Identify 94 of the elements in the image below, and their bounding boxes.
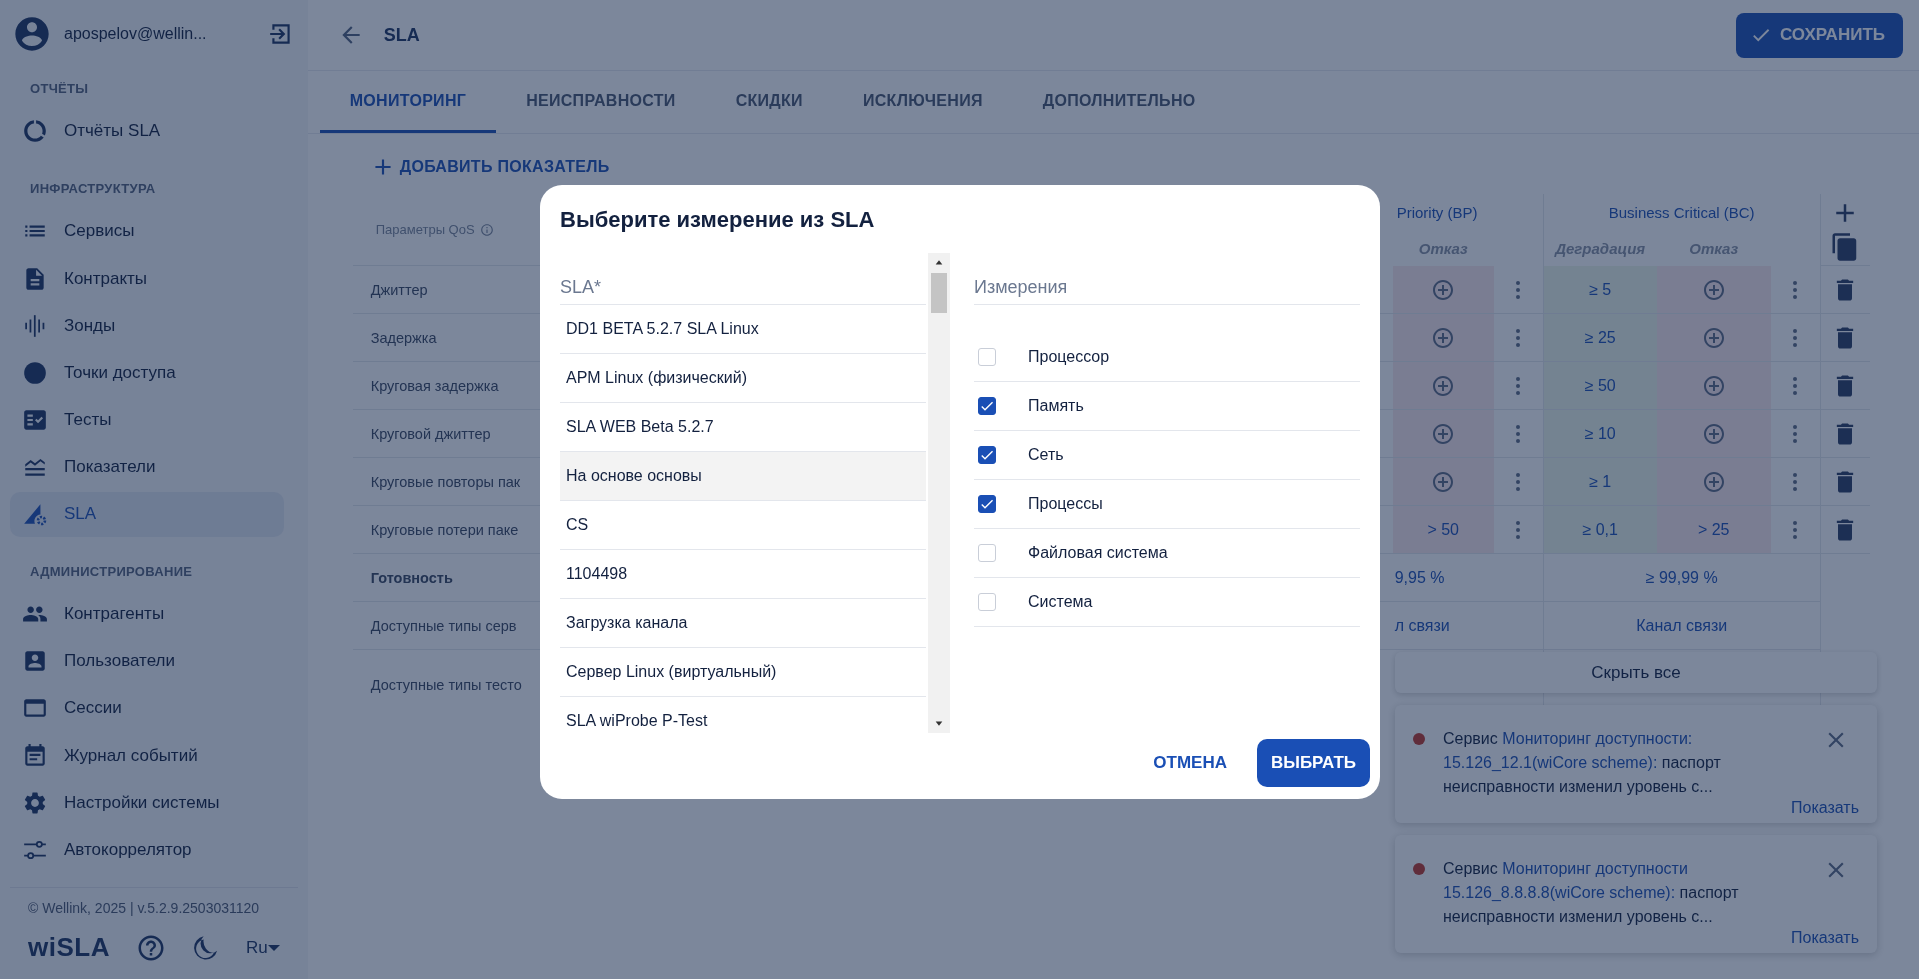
availability-value: ≥ 99,99 %: [1645, 568, 1718, 587]
checkbox-label: Процессы: [1028, 495, 1103, 513]
column-group-header: Priority (BP): [1396, 203, 1478, 221]
checkbox-label: Память: [1028, 397, 1084, 415]
sidebar-item[interactable]: Журнал событий: [10, 732, 284, 779]
threshold-cell: ≥ 50: [1542, 362, 1657, 410]
language-select[interactable]: Ru: [245, 937, 280, 958]
row-label: Круговые повторы пак: [370, 473, 521, 490]
show-button[interactable]: Показать: [1791, 799, 1859, 817]
checkbox-label: Файловая система: [1028, 544, 1168, 562]
sidebar-item[interactable]: Пользователи: [10, 638, 284, 684]
sidebar-item[interactable]: Контрагенты: [10, 591, 284, 637]
service-link[interactable]: 15.126_12.1(wiCore scheme):: [1443, 754, 1658, 771]
sidebar-item[interactable]: Автокоррелятор: [10, 827, 284, 873]
tab[interactable]: НЕИСПРАВНОСТИ: [496, 71, 706, 133]
row-label: Круговой джиттер: [370, 425, 491, 442]
service-link[interactable]: Мониторинг доступности:: [1502, 730, 1693, 747]
page-title: SLA: [383, 24, 421, 46]
dialog-title: Выберите измерение из SLA: [560, 207, 876, 233]
checkbox-label: Процессор: [1028, 348, 1110, 366]
tab[interactable]: СКИДКИ: [705, 71, 833, 133]
add-indicator-button[interactable]: ДОБАВИТЬ ПОКАЗАТЕЛЬ: [369, 154, 610, 180]
sla-list-item[interactable]: APM Linux (физический): [560, 354, 926, 403]
threshold-cell: ≥ 1: [1542, 458, 1657, 506]
tab[interactable]: МОНИТОРИНГ: [319, 71, 497, 133]
row-label: Круговые потери паке: [370, 521, 519, 538]
sidebar-item[interactable]: Контракты: [10, 256, 284, 302]
sla-list-item[interactable]: Загрузка канала: [560, 599, 926, 648]
sidebar-item[interactable]: Показатели: [10, 444, 284, 490]
status-dot: [1413, 733, 1425, 745]
sidebar-item[interactable]: Отчёты SLA: [10, 108, 284, 154]
sla-list-item[interactable]: На основе основы: [560, 452, 926, 501]
sla-list-item[interactable]: 1104498: [560, 550, 926, 599]
tab[interactable]: ИСКЛЮЧЕНИЯ: [832, 71, 1013, 133]
cancel-button[interactable]: ОТМЕНА: [1143, 739, 1237, 787]
threshold-cell: ≥ 0,1: [1542, 506, 1657, 554]
sla-list-item[interactable]: Сервер Linux (виртуальный): [560, 648, 926, 697]
section-title: АДМИНИСТРИРОВАНИЕ: [29, 562, 194, 581]
sidebar-item[interactable]: Сервисы: [10, 208, 284, 255]
sidebar-item[interactable]: Тесты: [10, 397, 284, 443]
threshold-cell: > 25: [1656, 506, 1771, 554]
moon-icon[interactable]: [191, 933, 220, 962]
notification-message: Сервис Мониторинг доступности 15.126_8.8.8.8(wiCore scheme): паспорт неисправности изменил уровень с...: [1443, 859, 1740, 927]
row-label: Круговая задержка: [370, 377, 499, 394]
service-type-value: л связи: [1394, 616, 1450, 635]
sidebar-item[interactable]: Сессии: [10, 685, 284, 731]
sidebar-item[interactable]: Зонды: [10, 303, 284, 349]
info-icon[interactable]: [479, 222, 494, 237]
checkbox[interactable]: [978, 397, 996, 415]
sla-list-item[interactable]: CS: [560, 501, 926, 550]
select-button[interactable]: ВЫБРАТЬ: [1256, 739, 1370, 787]
list-header: SLA*: [560, 265, 926, 305]
notification-message: Сервис Мониторинг доступности: 15.126_12.1(wiCore scheme): паспорт неисправности изменил уровень с...: [1443, 729, 1722, 797]
availability-value: 9,95 %: [1394, 568, 1445, 587]
column-group-header: Business Critical (BC): [1608, 203, 1755, 221]
list-header: Измерения: [974, 265, 1360, 305]
status-dot: [1413, 863, 1425, 875]
row-label: Доступные типы серв: [370, 617, 517, 634]
threshold-cell: ≥ 10: [1542, 410, 1657, 458]
circle-icon: [22, 359, 48, 386]
row-label: Задержка: [370, 329, 437, 346]
donut-chart-icon: [22, 118, 48, 145]
threshold-cell: > 50: [1392, 506, 1494, 554]
hide-all-button[interactable]: Скрыть все: [1395, 652, 1877, 693]
logo: wiSLA: [28, 932, 110, 964]
version-text: © Wellink, 2025 | v.5.2.9.2503031120: [27, 899, 261, 919]
scrollbar[interactable]: [928, 253, 950, 733]
show-button[interactable]: Показать: [1791, 929, 1859, 947]
sidebar-item[interactable]: SLA: [10, 491, 284, 537]
section-title: ОТЧЁТЫ: [29, 79, 90, 98]
tab[interactable]: ДОПОЛНИТЕЛЬНО: [1012, 71, 1226, 133]
sla-list-item[interactable]: SLA wiProbe P-Test: [560, 697, 926, 733]
calendar-icon: [22, 742, 48, 769]
checkbox-label: Сеть: [1028, 446, 1064, 464]
section-title: ИНФРАСТРУКТУРА: [29, 179, 157, 198]
threshold-cell: ≥ 25: [1542, 314, 1657, 362]
caret-icon: [267, 944, 280, 951]
sidebar-item[interactable]: Настройки системы: [10, 780, 284, 826]
user-name: apospelov@wellin...: [64, 25, 208, 44]
column-header: Параметры QoS: [375, 222, 475, 237]
threshold-cell: ≥ 5: [1542, 266, 1657, 314]
save-button[interactable]: СОХРАНИТЬ: [1736, 12, 1903, 58]
service-type-value: Канал связи: [1636, 616, 1728, 635]
sidebar-item[interactable]: Точки доступа: [10, 350, 284, 396]
checkbox[interactable]: [978, 446, 996, 464]
row-label: Доступные типы тесто: [370, 677, 522, 693]
row-label: Готовность: [370, 569, 453, 586]
row-label: Джиттер: [370, 281, 428, 298]
checkbox[interactable]: [978, 495, 996, 513]
checkbox-label: Система: [1028, 593, 1093, 611]
sla-list-item[interactable]: DD1 BETA 5.2.7 SLA Linux: [560, 305, 926, 354]
scrollbar-thumb[interactable]: [931, 273, 947, 313]
service-link[interactable]: Мониторинг доступности: [1502, 860, 1688, 877]
service-link[interactable]: 15.126_8.8.8.8(wiCore scheme):: [1443, 884, 1676, 901]
